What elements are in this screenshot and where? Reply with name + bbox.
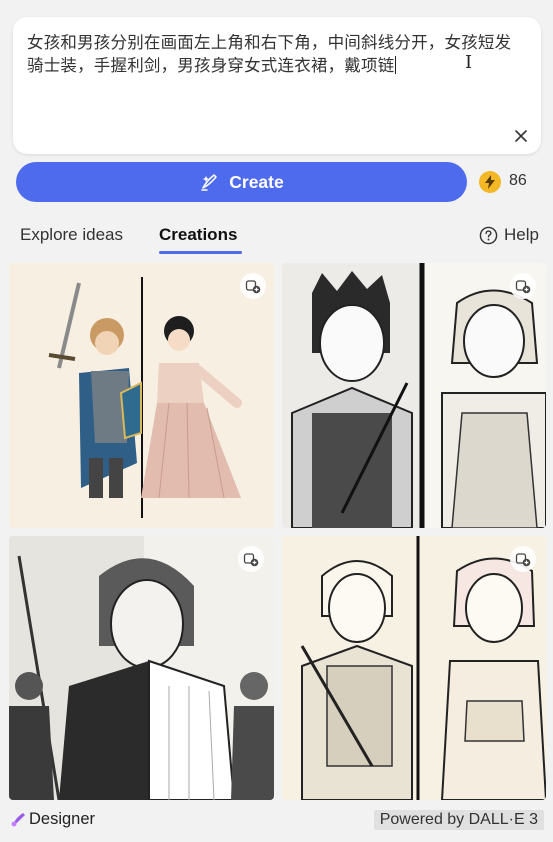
result-image-3[interactable] bbox=[9, 536, 274, 800]
boost-icon[interactable] bbox=[479, 171, 501, 193]
add-collection-icon bbox=[515, 553, 531, 567]
tab-explore-ideas[interactable]: Explore ideas bbox=[20, 225, 123, 245]
add-collection-icon bbox=[515, 280, 531, 294]
designer-label: Designer bbox=[29, 810, 96, 828]
prompt-text: 女孩和男孩分别在画面左上角和右下角，中间斜线分开，女孩短发骑士装，手握利剑，男孩… bbox=[27, 33, 512, 75]
magic-pen-icon bbox=[201, 174, 217, 191]
lightning-icon bbox=[485, 175, 495, 189]
generated-illustration bbox=[9, 536, 274, 800]
close-icon bbox=[515, 130, 527, 142]
designer-logo-icon bbox=[11, 812, 25, 826]
text-caret bbox=[395, 56, 397, 74]
boost-count: 86 bbox=[509, 172, 527, 189]
designer-brand[interactable]: Designer bbox=[10, 810, 95, 829]
save-to-collection-button[interactable] bbox=[510, 546, 536, 572]
question-circle-icon bbox=[479, 226, 498, 244]
result-image-1[interactable] bbox=[9, 263, 274, 528]
result-image-4[interactable] bbox=[282, 536, 546, 800]
generated-illustration bbox=[9, 263, 274, 528]
generated-illustration bbox=[282, 536, 546, 800]
i-beam-cursor-icon: I bbox=[465, 52, 473, 73]
tab-creations[interactable]: Creations bbox=[159, 225, 237, 245]
save-to-collection-button[interactable] bbox=[240, 273, 266, 299]
save-to-collection-button[interactable] bbox=[238, 546, 264, 572]
save-to-collection-button[interactable] bbox=[510, 273, 536, 299]
powered-by-badge: Powered by DALL·E 3 bbox=[373, 810, 544, 830]
prompt-textarea[interactable]: 女孩和男孩分别在画面左上角和右下角，中间斜线分开，女孩短发骑士装，手握利剑，男孩… bbox=[13, 17, 541, 154]
result-image-2[interactable] bbox=[282, 263, 546, 528]
create-button[interactable]: Create bbox=[16, 162, 467, 202]
add-collection-icon bbox=[245, 280, 261, 294]
create-button-label: Create bbox=[229, 171, 284, 192]
generated-illustration bbox=[282, 263, 546, 528]
add-collection-icon bbox=[243, 553, 259, 567]
active-tab-indicator bbox=[159, 251, 242, 254]
help-link[interactable]: Help bbox=[479, 225, 539, 245]
help-label: Help bbox=[504, 225, 539, 244]
clear-prompt-button[interactable] bbox=[511, 126, 531, 146]
